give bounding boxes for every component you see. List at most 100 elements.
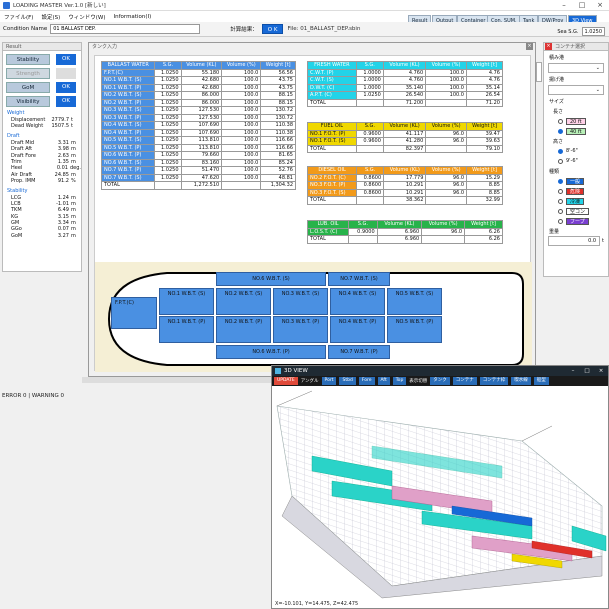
- load-port-select[interactable]: ⌄: [548, 63, 604, 73]
- 3d-render-canvas[interactable]: [272, 386, 608, 599]
- kind-reefer-radio[interactable]: 冷凍: [558, 197, 608, 205]
- table-row[interactable]: NO.4 W.B.T. (S) 1.0250 107.690 100.0 110.38: [100, 121, 296, 130]
- visibility-button[interactable]: Visibility: [6, 96, 50, 107]
- 3d-hull-button[interactable]: 船型: [533, 377, 549, 385]
- table-cell[interactable]: 100.0: [221, 136, 262, 145]
- table-row[interactable]: NO.6 W.B.T. (S) 1.0250 83.160 100.0 85.24: [100, 158, 296, 167]
- menu-file[interactable]: ファイル(F): [4, 13, 33, 21]
- table-cell[interactable]: 96.0: [425, 181, 468, 190]
- menu-window[interactable]: ウィンドウ(W): [68, 13, 105, 21]
- table-row[interactable]: NO.2 W.B.T. (S) 1.0250 86.000 100.0 88.15: [100, 91, 296, 100]
- table-row[interactable]: NO.5 W.B.T. (P) 1.0250 113.810 100.0 116.66: [100, 143, 296, 152]
- table-row[interactable]: F.P.T.(C) 1.0250 55.180 100.0 56.56: [100, 68, 296, 77]
- 3d-top-button[interactable]: Top: [392, 377, 407, 385]
- table-cell[interactable]: 100.0: [425, 76, 467, 85]
- kind-hoop-radio[interactable]: フープ: [558, 217, 608, 225]
- table-row[interactable]: NO.4 W.B.T. (P) 1.0250 107.690 100.0 110.38: [100, 128, 296, 137]
- 3d-tank-button[interactable]: タンク: [430, 377, 450, 385]
- table-row[interactable]: NO.7 W.B.T. (S) 1.0250 47.620 100.0 48.81: [100, 173, 296, 182]
- menu-settings[interactable]: 設定(S): [41, 13, 60, 21]
- gom-button[interactable]: GoM: [6, 82, 50, 93]
- table-cell[interactable]: 100.0: [425, 91, 467, 100]
- table-cell[interactable]: 100.0: [221, 91, 262, 100]
- stability-button[interactable]: Stability: [6, 54, 50, 65]
- sea-sg-input[interactable]: 1.0250: [581, 27, 605, 36]
- tank-no6-p[interactable]: NO.6 W.B.T. (P): [216, 345, 326, 359]
- table-cell[interactable]: 100.0: [221, 98, 262, 107]
- table-cell[interactable]: 100.0: [221, 143, 262, 152]
- table-row[interactable]: C.W.T. (S) 1.0000 4.760 100.0 4.76: [307, 76, 504, 85]
- kind-danger-radio[interactable]: 危険: [558, 187, 608, 195]
- tank-no3-p[interactable]: NO.3 W.B.T. (P): [273, 316, 328, 343]
- table-cell[interactable]: 100.0: [221, 128, 262, 137]
- table-row[interactable]: NO.3 W.B.T. (P) 1.0250 127.530 100.0 130.72: [100, 113, 296, 122]
- table-cell[interactable]: 96.0: [425, 173, 468, 182]
- table-cell[interactable]: 100.0: [221, 106, 262, 115]
- table-cell[interactable]: 100.0: [221, 158, 262, 167]
- table-cell[interactable]: 100.0: [425, 68, 467, 77]
- table-cell[interactable]: 100.0: [425, 83, 467, 92]
- table-row[interactable]: NO.5 W.B.T. (S) 1.0250 113.810 100.0 116.66: [100, 136, 296, 145]
- tank-window-close-icon[interactable]: ×: [526, 43, 533, 50]
- table-cell[interactable]: 100.0: [221, 83, 262, 92]
- tank-no5-s[interactable]: NO.5 W.B.T. (S): [387, 288, 442, 315]
- minimize-icon[interactable]: –: [555, 0, 573, 11]
- table-row[interactable]: L.O.S.T. (C) 0.9000 6.960 96.0 6.26: [306, 227, 503, 236]
- tank-no1-s[interactable]: NO.1 W.B.T. (S): [159, 288, 214, 315]
- 3d-stbd-button[interactable]: Stbd: [339, 377, 356, 385]
- table-cell[interactable]: 96.0: [425, 137, 467, 146]
- table-row[interactable]: NO.1 F.O.T. (P) 0.9600 41.117 96.0 39.47: [307, 129, 503, 138]
- table-row[interactable]: C.W.T. (P) 1.0000 4.760 100.0 4.76: [307, 68, 504, 77]
- table-cell[interactable]: 96.0: [425, 129, 467, 138]
- table-cell[interactable]: 100.0: [221, 151, 262, 160]
- tank-no4-p[interactable]: NO.4 W.B.T. (P): [330, 316, 385, 343]
- weight-input[interactable]: 0.0: [548, 236, 601, 246]
- close-icon[interactable]: ×: [591, 0, 609, 11]
- kind-empty-radio[interactable]: 空コン: [558, 207, 608, 215]
- table-cell[interactable]: 96.0: [421, 227, 466, 236]
- table-row[interactable]: NO.7 W.B.T. (P) 1.0250 51.470 100.0 52.76: [100, 166, 296, 175]
- tank-no2-p[interactable]: NO.2 W.B.T. (P): [216, 316, 271, 343]
- tank-no7-p[interactable]: NO.7 W.B.T. (P): [328, 345, 390, 359]
- container-panel-close-icon[interactable]: ×: [545, 43, 552, 50]
- table-row[interactable]: NO.3 F.O.T. (P) 0.8600 10.291 96.0 8.85: [306, 181, 503, 190]
- 3d-port-button[interactable]: Port: [321, 377, 337, 385]
- height-86-radio[interactable]: 8'-6": [558, 147, 608, 155]
- table-cell[interactable]: 100.0: [221, 68, 262, 77]
- 3d-update-button[interactable]: UPDATE: [274, 377, 298, 385]
- tank-no7-s[interactable]: NO.7 W.B.T. (S): [328, 272, 390, 286]
- table-row[interactable]: NO.2 W.B.T. (P) 1.0250 86.000 100.0 88.15: [100, 98, 296, 107]
- table-row[interactable]: NO.1 W.B.T. (S) 1.0250 42.680 100.0 43.75: [100, 76, 296, 85]
- 3d-aft-button[interactable]: Aft: [377, 377, 390, 385]
- 3d-close-icon[interactable]: ×: [594, 366, 608, 376]
- 3d-display-toggle[interactable]: 表示切替: [409, 378, 427, 384]
- table-row[interactable]: NO.1 W.B.T. (P) 1.0250 42.680 100.0 43.75: [100, 83, 296, 92]
- tank-no2-s[interactable]: NO.2 W.B.T. (S): [216, 288, 271, 315]
- 3d-waterline-button[interactable]: 喫水線: [511, 377, 531, 385]
- table-row[interactable]: D.W.T. (C) 1.0000 35.140 100.0 35.14: [307, 83, 504, 92]
- 3d-container-button[interactable]: コンテナ: [452, 377, 477, 385]
- table-cell[interactable]: 100.0: [221, 76, 262, 85]
- table-cell[interactable]: 100.0: [221, 113, 262, 122]
- tank-no5-p[interactable]: NO.5 W.B.T. (P): [387, 316, 442, 343]
- strength-button[interactable]: Strength: [6, 68, 50, 79]
- 3d-maximize-icon[interactable]: □: [580, 366, 594, 376]
- collapsed-panel[interactable]: [536, 62, 542, 82]
- tank-no6-s[interactable]: NO.6 W.B.T. (S): [216, 272, 326, 286]
- kind-general-radio[interactable]: 一般: [558, 177, 608, 185]
- length-20ft-radio[interactable]: 20 ft: [558, 117, 608, 125]
- tank-no4-s[interactable]: NO.4 W.B.T. (S): [330, 288, 385, 315]
- maximize-icon[interactable]: □: [573, 0, 591, 11]
- tank-no3-s[interactable]: NO.3 W.B.T. (S): [273, 288, 328, 315]
- length-40ft-radio[interactable]: 40 ft: [558, 127, 608, 135]
- table-row[interactable]: NO.2 F.O.T. (C) 0.8600 17.779 96.0 15.29: [306, 173, 503, 182]
- condition-name-input[interactable]: [50, 24, 201, 34]
- menu-information[interactable]: Information(I): [114, 14, 152, 20]
- 3d-minimize-icon[interactable]: –: [566, 366, 580, 376]
- table-row[interactable]: NO.3 F.O.T. (S) 0.8600 10.291 96.0 8.85: [306, 188, 503, 197]
- table-cell[interactable]: 100.0: [221, 166, 262, 175]
- disch-port-select[interactable]: ⌄: [548, 85, 604, 95]
- table-cell[interactable]: 96.0: [425, 188, 468, 197]
- table-row[interactable]: NO.6 W.B.T. (P) 1.0250 79.660 100.0 81.65: [100, 151, 296, 160]
- table-row[interactable]: NO.3 W.B.T. (S) 1.0250 127.530 100.0 130.72: [100, 106, 296, 115]
